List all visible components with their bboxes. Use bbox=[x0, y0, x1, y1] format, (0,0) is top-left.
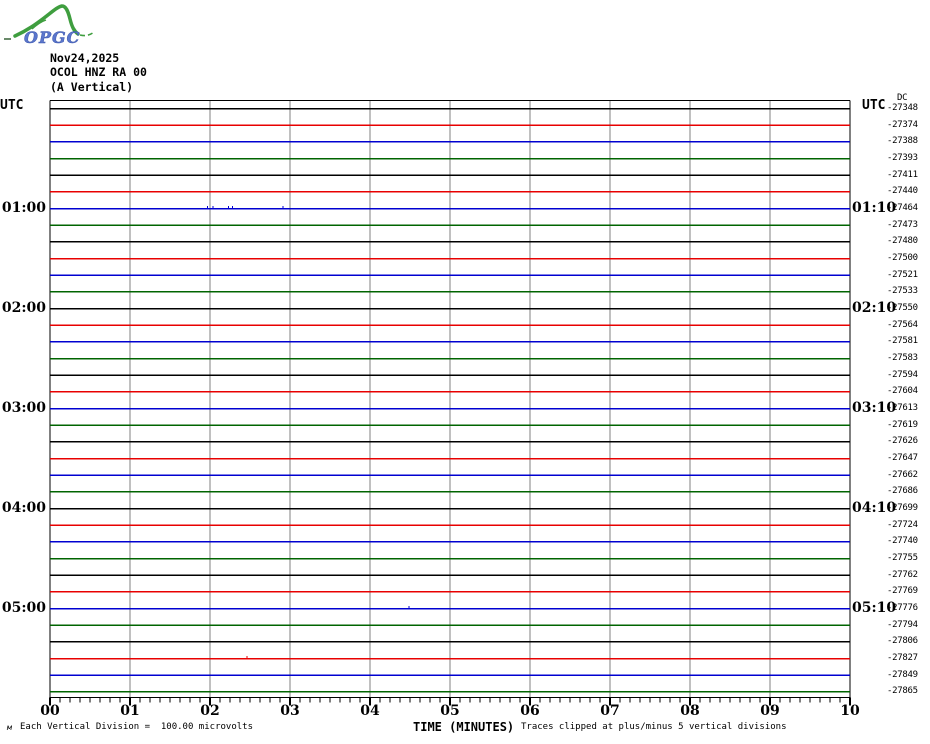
dc-offset-value: -27594 bbox=[887, 369, 918, 380]
dc-offset-value: -27521 bbox=[887, 269, 918, 280]
dc-offset-value: -27393 bbox=[887, 153, 918, 163]
minute-tick-label: 10 bbox=[840, 703, 860, 719]
helicorder-plot bbox=[49, 99, 851, 706]
hour-label-left: 01:00 bbox=[1, 200, 46, 216]
clip-note: Traces clipped at plus/minus 5 vertical … bbox=[521, 722, 787, 732]
dc-offset-value: -27473 bbox=[887, 219, 918, 230]
dc-offset-value: -27740 bbox=[887, 536, 918, 547]
dc-offset-value: -27794 bbox=[887, 619, 918, 630]
dc-offset-value: -27581 bbox=[887, 336, 918, 347]
dc-offset-value: -27533 bbox=[887, 286, 918, 297]
dc-offset-value: -27724 bbox=[887, 519, 918, 530]
footer-glyph: м bbox=[7, 723, 12, 732]
dc-offset-value: -27806 bbox=[887, 636, 918, 647]
minute-tick-label: 03 bbox=[280, 703, 300, 719]
dc-offset-value: -27686 bbox=[887, 486, 918, 497]
dc-offset-value: -27755 bbox=[887, 553, 918, 563]
dc-offset-value: -27762 bbox=[887, 569, 918, 580]
dc-offset-value: -27564 bbox=[887, 319, 918, 330]
dc-offset-value: -27626 bbox=[887, 436, 918, 447]
webicorder-page: OPGC Nov24,2025 OCOL HNZ RA 00 (A Vertic… bbox=[0, 0, 930, 744]
hour-label-right: 03:10 bbox=[852, 400, 897, 416]
minute-tick-label: 04 bbox=[360, 703, 380, 719]
dc-offset-value: -27583 bbox=[887, 353, 918, 363]
dc-offset-value: -27604 bbox=[887, 386, 918, 397]
dc-offset-value: -27374 bbox=[887, 119, 918, 130]
dc-offset-value: -27827 bbox=[887, 653, 918, 663]
hour-label-left: 05:00 bbox=[1, 600, 46, 616]
minute-tick-label: 09 bbox=[760, 703, 780, 719]
dc-offset-value: -27440 bbox=[887, 186, 918, 197]
hour-label-right: 05:10 bbox=[852, 600, 897, 616]
hour-label-left: 04:00 bbox=[1, 500, 46, 516]
hour-label-left: 03:00 bbox=[1, 400, 46, 416]
scale-note: Each Vertical Division = 100.00 microvol… bbox=[20, 722, 253, 732]
dc-offset-value: -27388 bbox=[887, 136, 918, 147]
dc-offset-value: -27849 bbox=[887, 669, 918, 680]
minute-tick-label: 06 bbox=[520, 703, 540, 719]
dc-offset-value: -27480 bbox=[887, 236, 918, 247]
minute-tick-label: 02 bbox=[200, 703, 220, 719]
minute-tick-label: 00 bbox=[40, 703, 60, 719]
time-axis-title: TIME (MINUTES) bbox=[413, 720, 515, 734]
minute-tick-label: 07 bbox=[600, 703, 620, 719]
minute-tick-label: 01 bbox=[120, 703, 140, 719]
dc-offset-value: -27619 bbox=[887, 419, 918, 430]
minute-tick-label: 05 bbox=[440, 703, 460, 719]
dc-offset-value: -27865 bbox=[887, 686, 918, 697]
hour-label-right: 04:10 bbox=[852, 500, 897, 516]
minute-tick-label: 08 bbox=[680, 703, 700, 719]
hour-label-right: 02:10 bbox=[852, 300, 897, 316]
dc-offset-value: -27411 bbox=[887, 169, 918, 180]
hour-label-left: 02:00 bbox=[1, 300, 46, 316]
dc-offset-value: -27348 bbox=[887, 103, 918, 113]
dc-offset-value: -27769 bbox=[887, 586, 918, 597]
dc-offset-value: -27500 bbox=[887, 253, 918, 263]
hour-label-right: 01:10 bbox=[852, 200, 897, 216]
dc-offset-value: -27647 bbox=[887, 453, 918, 463]
dc-offset-value: -27662 bbox=[887, 469, 918, 480]
